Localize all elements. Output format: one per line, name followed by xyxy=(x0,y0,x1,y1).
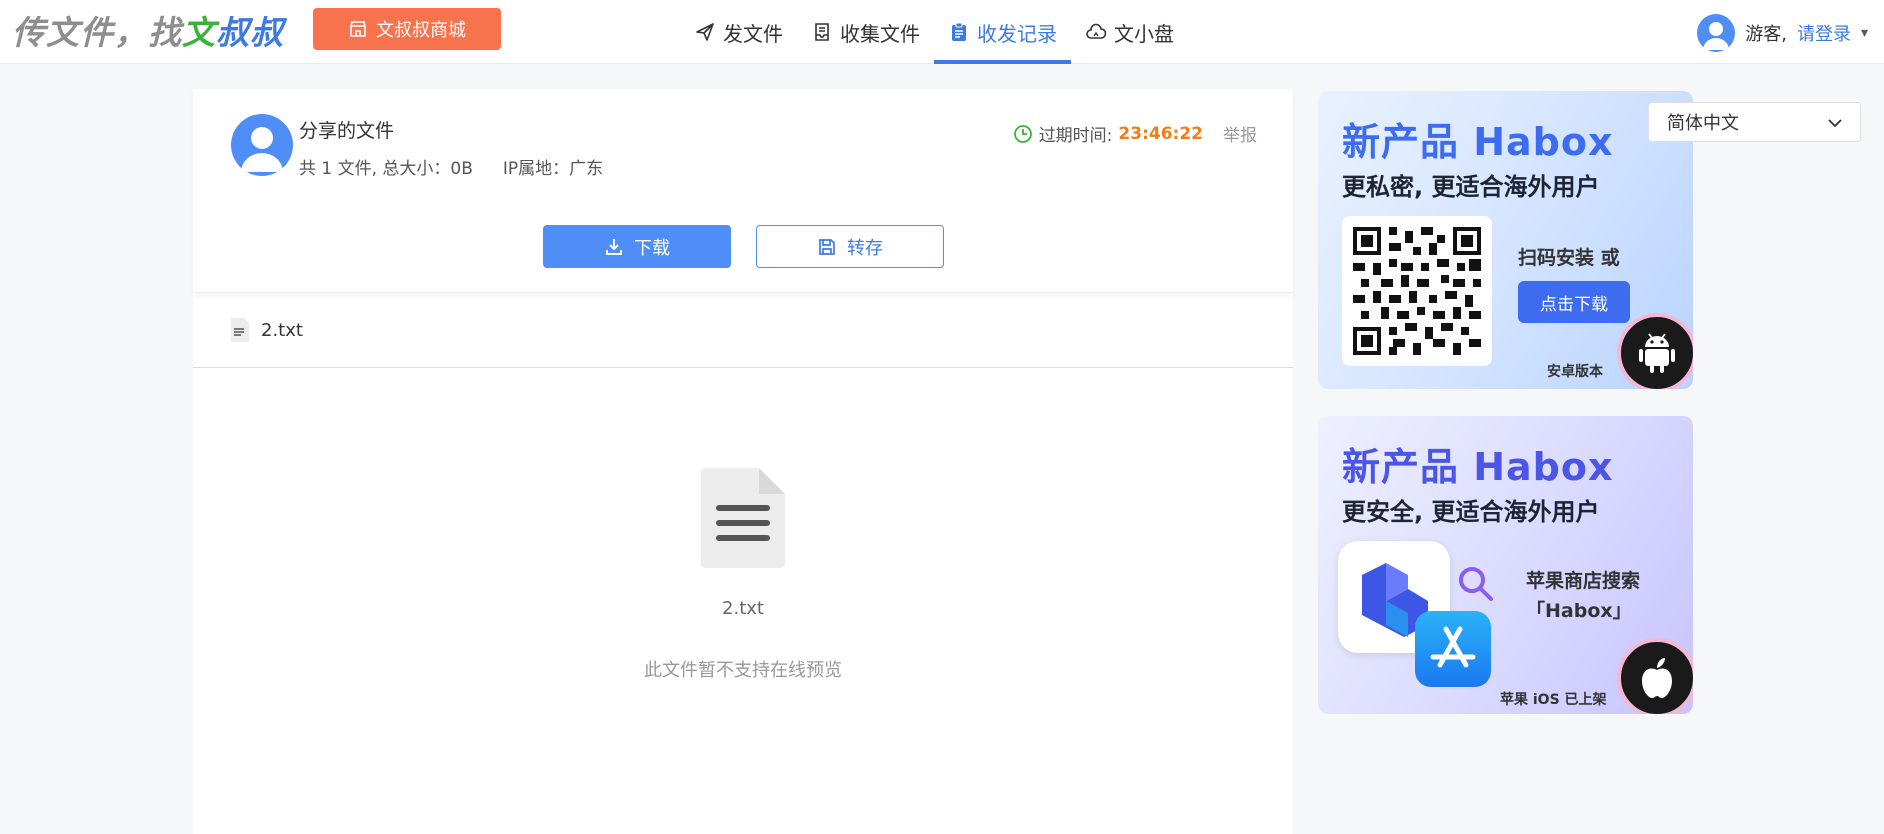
download-button[interactable]: 下载 xyxy=(543,225,731,268)
user-silhouette-icon xyxy=(1703,22,1730,50)
download-button-label: 下载 xyxy=(634,237,670,259)
android-icon xyxy=(1639,333,1675,373)
store-line-1: 苹果商店搜索 xyxy=(1526,570,1641,592)
preview-file-name: 2.txt xyxy=(722,598,764,619)
expire-time: 23:46:22 xyxy=(1118,123,1203,144)
search-icon xyxy=(1459,567,1493,601)
nav-label: 收集文件 xyxy=(840,21,920,46)
report-link[interactable]: 举报 xyxy=(1223,121,1257,146)
ios-availability-label: 苹果 iOS 已上架 xyxy=(1500,692,1607,708)
share-meta: 共 1 文件, 总大小：0B IP属地：广东 xyxy=(299,154,603,179)
top-bar: 传文件，找文叔叔 文叔叔商城 发文件 收集文件 收发记录 文小盘 游客, 请登录… xyxy=(0,0,1884,64)
habox-android-ad[interactable]: 新产品 Habox 更私密, 更适合海外用户 扫码安装 或 点击下载 安卓版本 xyxy=(1318,91,1693,389)
sharer-avatar xyxy=(231,114,293,176)
apple-badge xyxy=(1617,638,1693,714)
preview-unsupported-message: 此文件暂不支持在线预览 xyxy=(644,660,842,681)
nav-label: 发文件 xyxy=(723,21,783,46)
share-title: 分享的文件 xyxy=(299,120,395,142)
android-version-label: 安卓版本 xyxy=(1547,364,1603,380)
logo-prefix: 传文件，找 xyxy=(12,13,182,52)
ad-download-button[interactable]: 点击下载 xyxy=(1518,281,1630,323)
ad-title: 新产品 Habox xyxy=(1342,445,1614,489)
clipboard-icon xyxy=(952,22,966,41)
app-store-tile xyxy=(1415,611,1491,687)
share-card: 分享的文件 共 1 文件, 总大小：0B IP属地：广东 过期时间: 23:46:… xyxy=(193,89,1293,834)
android-badge xyxy=(1617,313,1693,389)
nav-label: 文小盘 xyxy=(1114,21,1174,46)
habox-ios-ad[interactable]: 新产品 Habox 更安全, 更适合海外用户 苹果商店搜索 「Habox」 苹果… xyxy=(1318,416,1693,714)
nav-collect-files[interactable]: 收集文件 xyxy=(797,0,934,64)
store-line-2: 「Habox」 xyxy=(1526,600,1632,622)
login-link[interactable]: 请登录 xyxy=(1797,20,1851,46)
file-list-item[interactable]: 2.txt xyxy=(193,293,1293,368)
user-area: 游客, 请登录 ▾ xyxy=(1697,14,1868,52)
site-logo[interactable]: 传文件，找文叔叔 xyxy=(12,6,284,54)
ad-download-button-label: 点击下载 xyxy=(1540,294,1608,315)
nav-mini-disk[interactable]: 文小盘 xyxy=(1071,0,1188,64)
preview-area: 2.txt 此文件暂不支持在线预览 xyxy=(193,368,1293,833)
cloud-icon xyxy=(1086,23,1107,39)
chevron-down-icon xyxy=(1828,119,1842,128)
mall-button-label: 文叔叔商城 xyxy=(376,20,466,41)
qr-code-icon xyxy=(1353,227,1481,355)
nav-send-file[interactable]: 发文件 xyxy=(680,0,797,64)
app-store-icon xyxy=(1430,626,1476,668)
expire-info: 过期时间: 23:46:22 xyxy=(1013,121,1203,146)
nav-label: 收发记录 xyxy=(977,21,1057,46)
text-file-icon xyxy=(701,468,785,568)
ad-subtitle: 更私密, 更适合海外用户 xyxy=(1342,173,1600,201)
apple-icon xyxy=(1642,658,1672,698)
ip-location: IP属地：广东 xyxy=(502,159,604,179)
clock-icon xyxy=(1013,124,1032,143)
avatar[interactable] xyxy=(1697,14,1736,52)
logo-green-char: 文 xyxy=(182,13,216,52)
inbox-icon xyxy=(815,23,829,41)
guest-label: 游客, xyxy=(1745,24,1787,45)
download-icon xyxy=(606,238,622,255)
file-count: 共 1 文件, 总大小：0B xyxy=(299,159,473,179)
shop-icon xyxy=(350,21,366,37)
nav-transfer-records[interactable]: 收发记录 xyxy=(934,0,1071,64)
scan-install-text: 扫码安装 或 xyxy=(1518,247,1620,269)
save-button-label: 转存 xyxy=(847,237,883,259)
language-select[interactable]: 简体中文 xyxy=(1648,102,1861,142)
qr-code xyxy=(1342,216,1492,366)
floppy-disk-icon xyxy=(819,238,835,255)
text-file-icon xyxy=(231,318,249,342)
save-to-disk-button[interactable]: 转存 xyxy=(756,225,944,268)
mall-button[interactable]: 文叔叔商城 xyxy=(313,8,501,50)
language-selected-value: 简体中文 xyxy=(1667,113,1739,134)
ad-subtitle: 更安全, 更适合海外用户 xyxy=(1342,498,1600,526)
logo-blue-chars: 叔叔 xyxy=(216,13,284,52)
paper-plane-icon xyxy=(696,23,714,41)
chevron-down-icon[interactable]: ▾ xyxy=(1861,25,1868,41)
app-store-search-text: 苹果商店搜索 「Habox」 xyxy=(1526,566,1640,626)
user-silhouette-icon xyxy=(241,127,283,172)
main-nav: 发文件 收集文件 收发记录 文小盘 xyxy=(680,0,1188,64)
share-header: 分享的文件 共 1 文件, 总大小：0B IP属地：广东 过期时间: 23:46:… xyxy=(193,89,1293,293)
ad-title: 新产品 Habox xyxy=(1342,120,1614,164)
file-name: 2.txt xyxy=(261,319,303,341)
expire-label: 过期时间: xyxy=(1038,126,1113,146)
